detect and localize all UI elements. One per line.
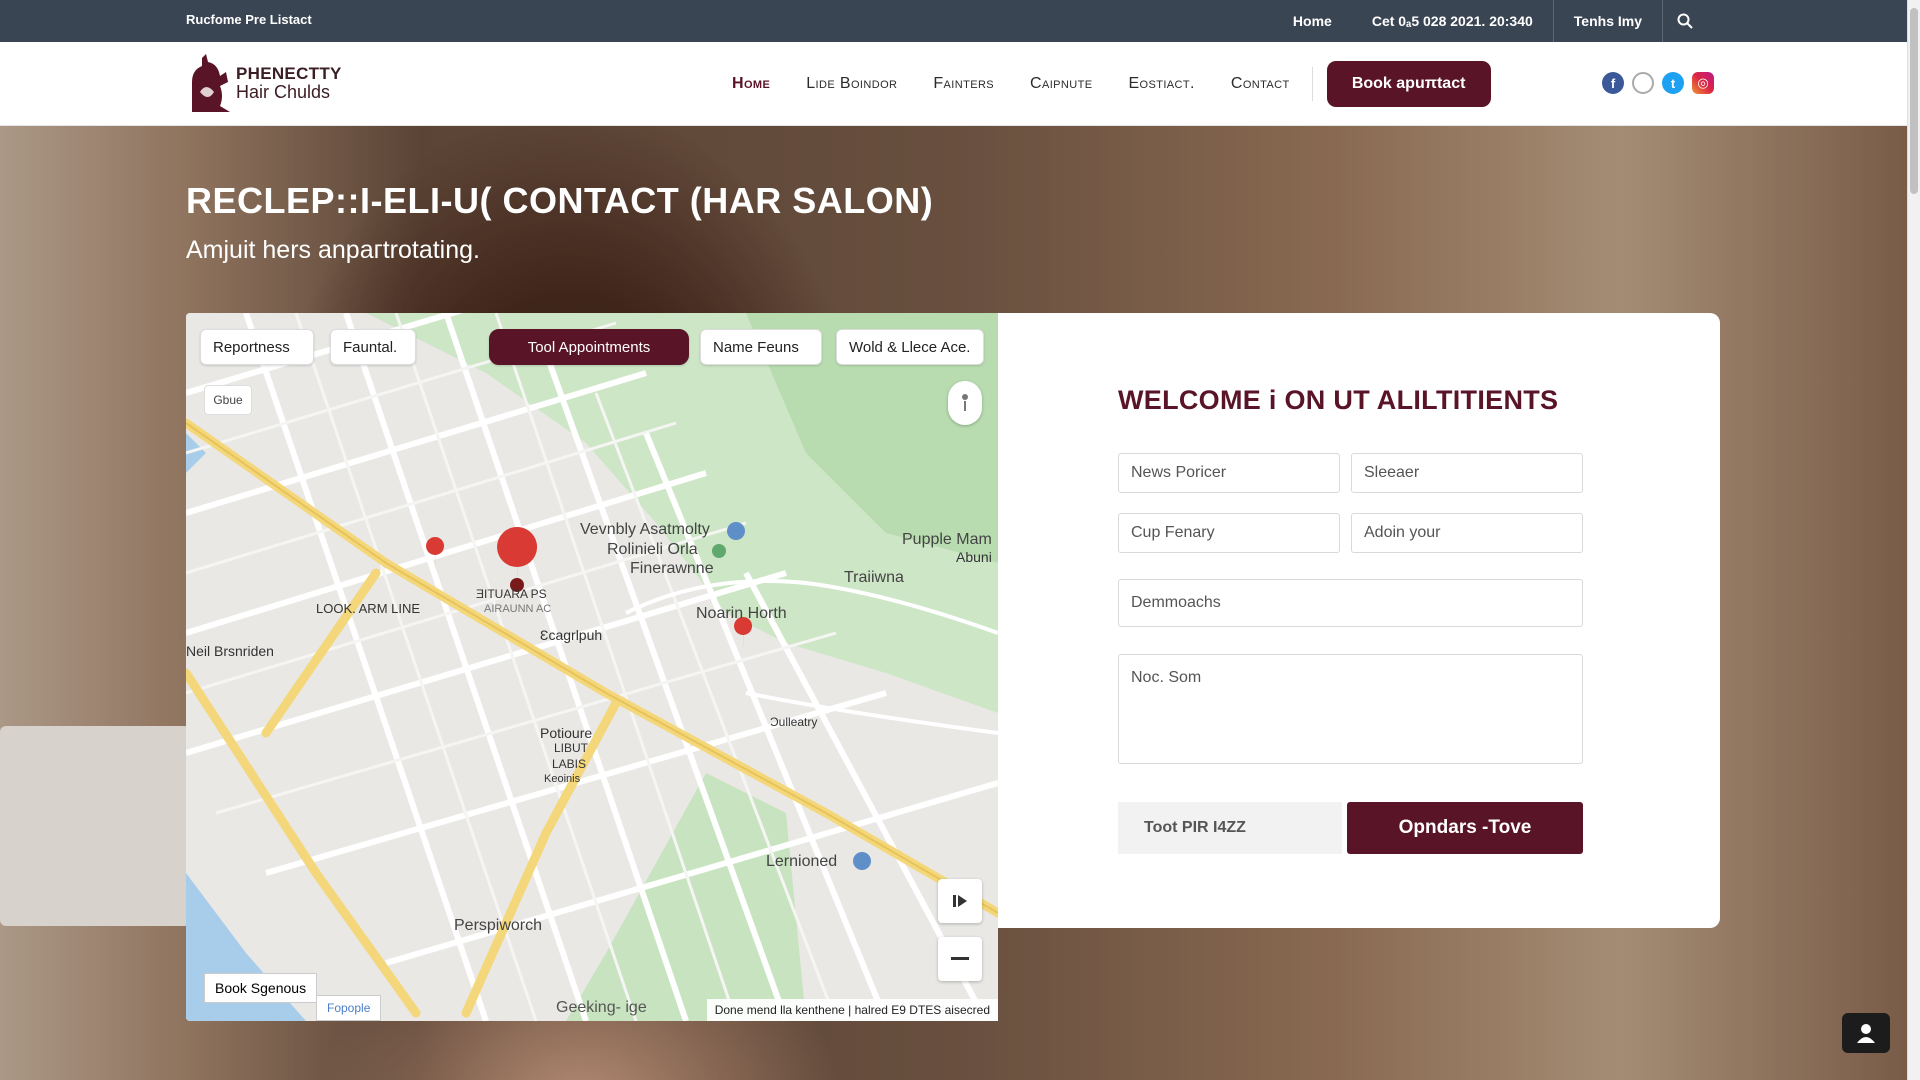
- location-map[interactable]: Reportness Fauntal. Tool Appointments Na…: [186, 313, 998, 1021]
- nav-contact[interactable]: Contact: [1231, 75, 1290, 93]
- map-label: Neil Brsnriden: [186, 643, 274, 659]
- news-poricer-field[interactable]: News Poricer: [1118, 453, 1340, 493]
- map-label: LABIS: [552, 757, 587, 771]
- appointment-form-card: WELCOME i ON UT ALILTITIENTS News Porice…: [998, 313, 1720, 928]
- site-logo[interactable]: PHENECTTY Hair Chulds: [186, 52, 342, 114]
- map-label: LOOK. ARM LINE: [316, 601, 421, 616]
- salon-logo-icon: [192, 54, 230, 112]
- map-label: Ɔulleatry: [770, 715, 818, 729]
- logo-subtitle: Hair Chulds: [236, 82, 331, 102]
- nav-lide-boindor[interactable]: Lide Boindor: [806, 75, 897, 93]
- demmoachs-field[interactable]: Demmoachs: [1118, 579, 1583, 627]
- map-label: Vevnbly Asatmolty: [580, 521, 710, 538]
- map-label: Perspiworch: [454, 917, 543, 934]
- book-appointment-button[interactable]: Book apuπtact: [1326, 61, 1491, 107]
- map-label: Potioure: [540, 725, 593, 741]
- map-small-button[interactable]: Gbue: [204, 385, 252, 415]
- sleeaer-field[interactable]: Sleeaer: [1351, 453, 1583, 493]
- map-provider-logo: Geeking- ige: [556, 999, 647, 1016]
- map-chip-name-feuns[interactable]: Name Feuns: [700, 329, 822, 365]
- nav-divider: [1311, 67, 1313, 101]
- map-zoom-in-button[interactable]: [938, 879, 982, 923]
- map-streets: [186, 313, 998, 1021]
- nav-home[interactable]: Home: [732, 75, 770, 93]
- page-scrollbar[interactable]: [1907, 0, 1920, 1080]
- site-header: PHENECTTY Hair Chulds Home Lide Boindor …: [0, 42, 1907, 126]
- submit-button[interactable]: Opndars -Tove: [1347, 802, 1583, 854]
- map-label: Keoinis: [544, 773, 581, 785]
- map-chip-fauntal[interactable]: Fauntal.: [330, 329, 416, 365]
- scrollbar-thumb[interactable]: [1910, 8, 1918, 194]
- map-label: Noarin Horth: [696, 605, 787, 622]
- map-label: LIBUT: [554, 741, 589, 755]
- map-chip-tool-appointments[interactable]: Tool Appointments: [489, 329, 689, 365]
- map-label: Ɛcagrlpuh: [540, 627, 603, 643]
- twitter-icon[interactable]: t: [1662, 72, 1684, 94]
- map-book-signs-button[interactable]: Book Sgenous: [204, 973, 318, 1003]
- cup-fenary-field[interactable]: Cup Fenary: [1118, 513, 1340, 553]
- map-label: Lernioned: [766, 853, 838, 870]
- social-links: f t ◎: [1602, 72, 1714, 94]
- nav-fainters[interactable]: Fainters: [933, 75, 994, 93]
- map-label: ƎITUARA PS: [476, 587, 547, 601]
- main-nav: Home Lide Boindor Fainters Caipnute Eost…: [732, 42, 1491, 126]
- top-bar: Rucfome Pre Listact Home Cet 0ₐ5 028 202…: [0, 0, 1907, 42]
- map-label: Traiiwna: [844, 569, 904, 586]
- map-chip-reportness[interactable]: Reportness: [200, 329, 314, 365]
- map-attribution: Done mend lla kenthene | halred E9 DTES …: [706, 999, 998, 1021]
- chat-user-icon[interactable]: [1842, 1013, 1890, 1053]
- map-chip-wold-llece[interactable]: Wold & Llece Ace.: [836, 329, 984, 365]
- map-label: Abuni: [956, 549, 992, 565]
- top-terms-link[interactable]: Tenhs Imy: [1554, 0, 1662, 42]
- page-title: RECLEP::I-ELI-U( CONTACT (HAR SALON): [186, 180, 934, 221]
- map-label: Pupple Mam: [902, 531, 992, 548]
- top-date-text: Cet 0ₐ5 028 2021. 20:340: [1371, 13, 1533, 29]
- nav-caipnute[interactable]: Caipnute: [1030, 75, 1092, 93]
- hero-sofa-decoration: [0, 726, 190, 926]
- map-feedback-link[interactable]: Fopople: [316, 995, 382, 1021]
- captcha-field[interactable]: Toot PIR I4ZZ: [1118, 802, 1342, 854]
- form-title: WELCOME i ON UT ALILTITIENTS: [1118, 385, 1559, 415]
- map-zoom-out-button[interactable]: [938, 937, 982, 981]
- message-textarea[interactable]: Noc. Som: [1118, 654, 1583, 764]
- nav-eostiact[interactable]: Eostiact.: [1128, 75, 1194, 93]
- top-home-link[interactable]: Home: [1273, 0, 1352, 42]
- map-label: Finerawnne: [630, 560, 714, 577]
- logo-name: PHENECTTY: [236, 64, 342, 83]
- instagram-icon[interactable]: ◎: [1692, 72, 1714, 94]
- street-view-icon[interactable]: [948, 381, 982, 425]
- search-icon[interactable]: [1663, 0, 1707, 42]
- map-label: Rolinieli Orla: [607, 541, 698, 558]
- map-label: AIRAUNN AC: [484, 603, 552, 615]
- page-subtitle: Amjuit hers anpaгtrotating.: [186, 236, 480, 264]
- adoin-your-field[interactable]: Adoin your: [1351, 513, 1583, 553]
- circle-icon[interactable]: [1632, 72, 1654, 94]
- top-bar-tagline: Rucfome Pre Listact: [186, 12, 312, 27]
- facebook-icon[interactable]: f: [1602, 72, 1624, 94]
